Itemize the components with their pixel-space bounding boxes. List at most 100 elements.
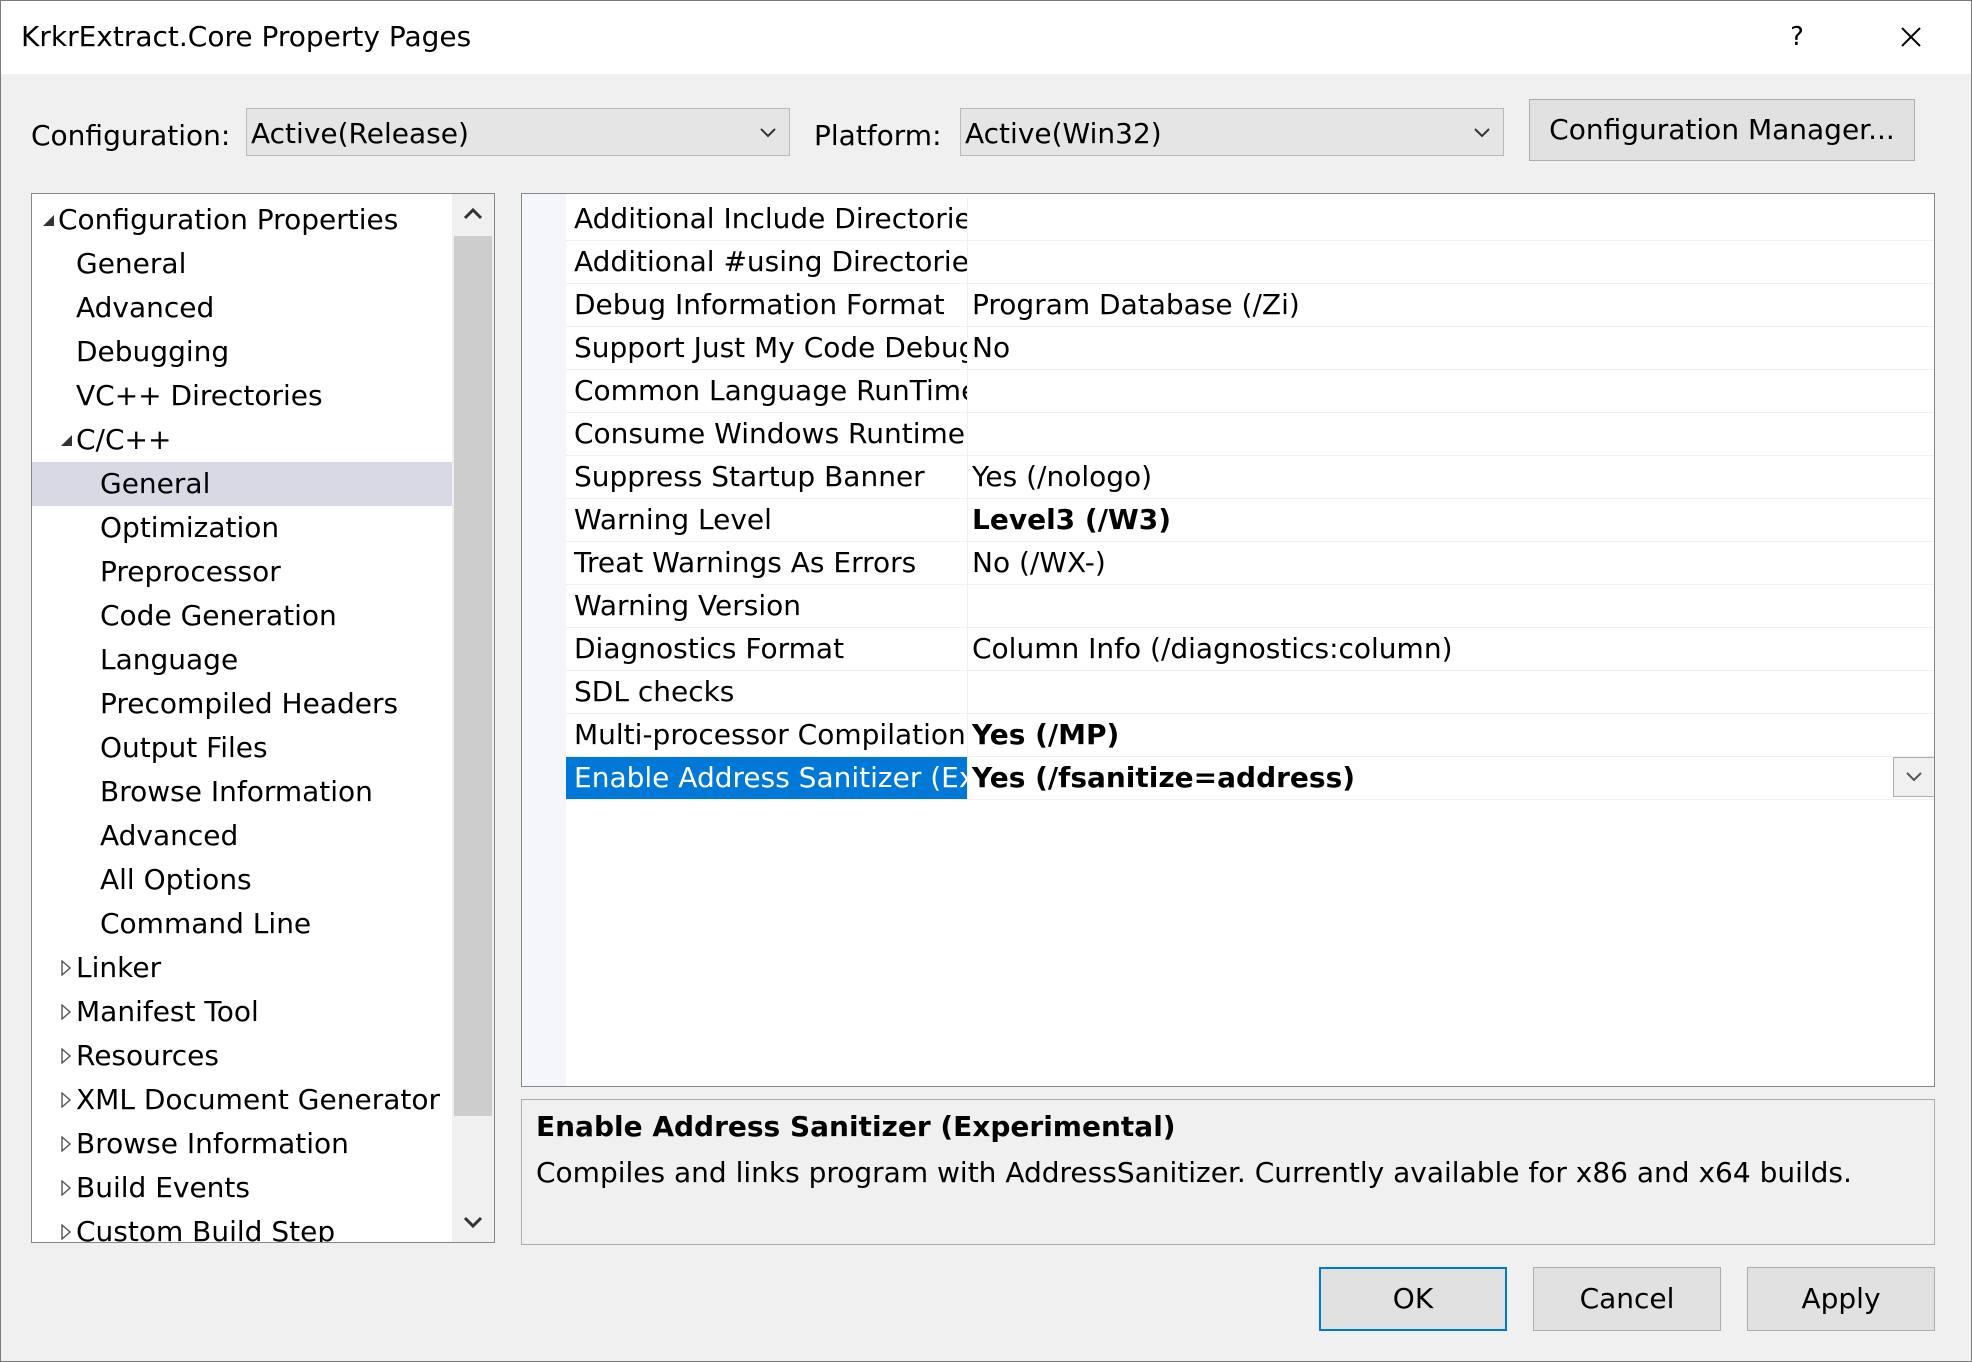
collapsed-arrow-icon[interactable] [58,1048,74,1064]
property-row[interactable]: Suppress Startup Banner Yes (/nologo) [566,456,1934,499]
tree-item[interactable]: Code Generation [32,594,452,638]
tree-item[interactable]: Browse Information [32,770,452,814]
tree-item[interactable]: Browse Information [32,1122,452,1166]
property-row[interactable]: Diagnostics Format Column Info (/diagnost… [566,628,1934,671]
chevron-down-icon [1906,772,1922,782]
collapsed-arrow-icon[interactable] [58,1092,74,1108]
property-value[interactable]: Column Info (/diagnostics:column) [972,628,1453,670]
category-tree[interactable]: Configuration Properties General Advanced D… [31,193,495,1243]
property-name: Diagnostics Format [566,628,968,670]
collapsed-arrow-icon[interactable] [58,1136,74,1152]
tree-item[interactable]: Manifest Tool [32,990,452,1034]
property-name: Enable Address Sanitizer (Experimental) [566,757,968,799]
tree-item-label: Command Line [100,907,312,940]
property-row[interactable]: Treat Warnings As Errors No (/WX-) [566,542,1934,585]
tree-item[interactable]: Language [32,638,452,682]
tree-item-label: Precompiled Headers [100,687,399,720]
property-value[interactable]: No [972,327,1010,369]
tree-item-label: All Options [100,863,252,896]
tree-item-label: General [76,247,187,280]
tree-item-label: Code Generation [100,599,337,632]
tree-item-label: Resources [76,1039,219,1072]
property-value[interactable]: Yes (/nologo) [972,456,1152,498]
property-row[interactable]: SDL checks [566,671,1934,714]
collapsed-arrow-icon[interactable] [58,1180,74,1196]
collapsed-arrow-icon[interactable] [58,960,74,976]
tree-item-label: Browse Information [100,775,373,808]
configuration-value: Active(Release) [251,117,469,150]
property-name: Debug Information Format [566,284,968,326]
close-button[interactable] [1891,15,1931,59]
tree-item-label: Build Events [76,1171,250,1204]
scroll-down-button[interactable] [452,1200,494,1242]
help-button[interactable]: ? [1781,19,1813,55]
property-row[interactable]: Multi-processor Compilation Yes (/MP) [566,714,1934,757]
tree-item[interactable]: Linker [32,946,452,990]
tree-item-label: Manifest Tool [76,995,259,1028]
tree-item[interactable]: Build Events [32,1166,452,1210]
expanded-arrow-icon[interactable] [40,212,56,228]
property-value[interactable]: Yes (/fsanitize=address) [972,757,1355,799]
property-row[interactable]: Debug Information Format Program Database… [566,284,1934,327]
configuration-manager-button[interactable]: Configuration Manager... [1529,99,1915,161]
description-title: Enable Address Sanitizer (Experimental) [536,1110,1176,1143]
chevron-down-icon [1474,128,1490,138]
property-row[interactable]: Consume Windows Runtime Extension [566,413,1934,456]
property-value[interactable]: Level3 (/W3) [972,499,1171,541]
property-name: Additional #using Directories [566,241,968,283]
window-title: KrkrExtract.Core Property Pages [21,20,472,53]
property-row[interactable]: Support Just My Code DebuggingNo [566,327,1934,370]
property-row[interactable]: Additional #using Directories [566,241,1934,284]
property-name: Suppress Startup Banner [566,456,968,498]
tree-scrollbar[interactable] [452,194,494,1242]
property-name: Additional Include Directories [566,198,968,240]
tree-item[interactable]: Advanced [32,814,452,858]
tree-item[interactable]: Output Files [32,726,452,770]
tree-item[interactable]: Command Line [32,902,452,946]
property-value[interactable]: Yes (/MP) [972,714,1119,756]
collapsed-arrow-icon[interactable] [58,1004,74,1020]
property-row[interactable]: Enable Address Sanitizer (Experimental)Y… [566,757,1934,800]
collapsed-arrow-icon[interactable] [58,1224,74,1240]
property-value[interactable]: Program Database (/Zi) [972,284,1300,326]
configuration-dropdown[interactable]: Active(Release) [246,108,790,156]
property-name: Warning Version [566,585,968,627]
title-bar: KrkrExtract.Core Property Pages ? [1,1,1971,74]
platform-label: Platform: [814,119,942,152]
ok-button[interactable]: OK [1319,1267,1507,1331]
tree-item[interactable]: Configuration Properties [32,198,452,242]
property-value[interactable]: No (/WX-) [972,542,1106,584]
tree-item-label: Debugging [76,335,230,368]
tree-item[interactable]: Resources [32,1034,452,1078]
expanded-arrow-icon[interactable] [58,432,74,448]
tree-item[interactable]: General [32,462,452,506]
tree-item[interactable]: C/C++ [32,418,452,462]
tree-item[interactable]: Advanced [32,286,452,330]
property-row[interactable]: Warning Level Level3 (/W3) [566,499,1934,542]
tree-item[interactable]: Preprocessor [32,550,452,594]
tree-item[interactable]: VC++ Directories [32,374,452,418]
tree-item[interactable]: Precompiled Headers [32,682,452,726]
cancel-button[interactable]: Cancel [1533,1267,1721,1331]
tree-item[interactable]: General [32,242,452,286]
description-text: Compiles and links program with AddressS… [536,1156,1852,1189]
scroll-thumb[interactable] [454,236,492,1116]
tree-item-label: Custom Build Step [76,1215,336,1243]
grid-gutter [522,194,566,1086]
property-name: Treat Warnings As Errors [566,542,968,584]
platform-dropdown[interactable]: Active(Win32) [960,108,1504,156]
tree-item[interactable]: Optimization [32,506,452,550]
tree-item-label: Advanced [76,291,215,324]
property-grid[interactable]: Additional Include Directories Additional… [521,193,1935,1087]
apply-button[interactable]: Apply [1747,1267,1935,1331]
property-row[interactable]: Warning Version [566,585,1934,628]
property-row[interactable]: Additional Include Directories [566,198,1934,241]
tree-item[interactable]: Debugging [32,330,452,374]
value-dropdown-button[interactable] [1893,757,1934,797]
tree-item[interactable]: XML Document Generator [32,1078,452,1122]
tree-item[interactable]: All Options [32,858,452,902]
scroll-up-button[interactable] [452,194,494,236]
property-pages-dialog: KrkrExtract.Core Property Pages ? Config… [0,0,1972,1362]
tree-item[interactable]: Custom Build Step [32,1210,452,1243]
property-row[interactable]: Common Language RunTime Support [566,370,1934,413]
